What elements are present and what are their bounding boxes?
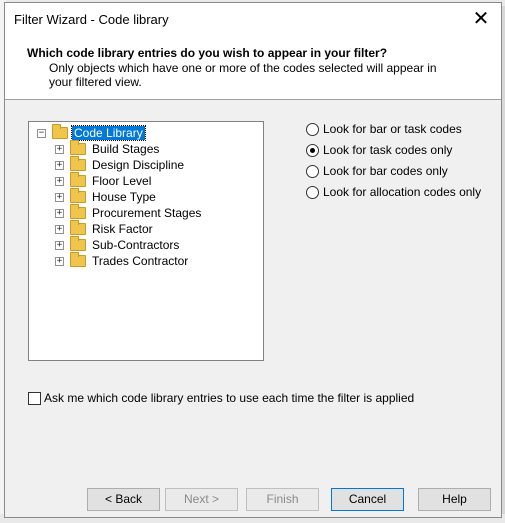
folder-icon — [70, 188, 86, 203]
radio-button[interactable] — [306, 143, 319, 157]
tree-node-trades-contractor[interactable]: + Trades Contractor — [55, 252, 190, 269]
tree-node-build-stages[interactable]: + Build Stages — [55, 140, 161, 157]
radio-bar-codes-only[interactable]: Look for bar codes only — [306, 162, 448, 180]
radio-allocation-codes-only[interactable]: Look for allocation codes only — [306, 183, 481, 201]
radio-button[interactable] — [306, 122, 319, 136]
radio-bar-or-task-codes[interactable]: Look for bar or task codes — [306, 120, 462, 138]
tree-node-risk-factor[interactable]: + Risk Factor — [55, 220, 155, 237]
expand-icon[interactable]: + — [55, 256, 64, 266]
radio-button[interactable] — [306, 164, 319, 178]
folder-icon — [52, 124, 68, 139]
next-button[interactable]: Next > — [165, 488, 238, 511]
finish-button[interactable]: Finish — [246, 488, 319, 511]
tree-node-label[interactable]: Sub-Contractors — [90, 238, 181, 252]
expand-icon[interactable]: + — [55, 144, 64, 154]
close-icon[interactable]: ✕ — [470, 7, 492, 31]
checkbox[interactable] — [28, 391, 41, 405]
expand-icon[interactable]: + — [55, 160, 64, 170]
help-button[interactable]: Help — [418, 488, 491, 511]
tree-node-label[interactable]: Floor Level — [90, 174, 153, 188]
expand-icon[interactable]: + — [55, 224, 64, 234]
radio-label[interactable]: Look for allocation codes only — [323, 185, 481, 199]
tree-node-house-type[interactable]: + House Type — [55, 188, 158, 205]
back-button[interactable]: < Back — [87, 488, 160, 511]
tree-node-label[interactable]: House Type — [90, 190, 158, 204]
expand-icon[interactable]: + — [55, 192, 64, 202]
folder-icon — [70, 204, 86, 219]
ask-each-time-option[interactable]: Ask me which code library entries to use… — [28, 390, 414, 406]
tree-node-label[interactable]: Procurement Stages — [90, 206, 203, 220]
folder-icon — [70, 236, 86, 251]
folder-icon — [70, 172, 86, 187]
title-bar: Filter Wizard - Code library ✕ — [5, 3, 501, 37]
collapse-icon[interactable]: − — [37, 128, 46, 138]
tree-node-floor-level[interactable]: + Floor Level — [55, 172, 153, 189]
tree-node-sub-contractors[interactable]: + Sub-Contractors — [55, 236, 181, 253]
header-subtitle: Only objects which have one or more of t… — [49, 61, 437, 89]
radio-label[interactable]: Look for bar or task codes — [323, 122, 462, 136]
expand-icon[interactable]: + — [55, 176, 64, 186]
tree-node-design-discipline[interactable]: + Design Discipline — [55, 156, 186, 173]
dialog-title: Filter Wizard - Code library — [14, 12, 169, 27]
tree-node-label[interactable]: Design Discipline — [90, 158, 186, 172]
filter-wizard-dialog: Filter Wizard - Code library ✕ Which cod… — [4, 2, 502, 518]
tree-node-label[interactable]: Code Library — [71, 125, 146, 141]
cancel-button[interactable]: Cancel — [331, 488, 404, 511]
checkbox-label[interactable]: Ask me which code library entries to use… — [44, 391, 414, 405]
tree-node-root[interactable]: − Code Library — [37, 124, 146, 141]
radio-label[interactable]: Look for task codes only — [323, 143, 452, 157]
folder-icon — [70, 220, 86, 235]
tree-node-label[interactable]: Risk Factor — [90, 222, 155, 236]
expand-icon[interactable]: + — [55, 208, 64, 218]
tree-node-label[interactable]: Build Stages — [90, 142, 161, 156]
code-library-tree[interactable]: − Code Library + Build Stages + Design D… — [28, 121, 264, 361]
wizard-header: Which code library entries do you wish t… — [5, 37, 501, 100]
folder-icon — [70, 156, 86, 171]
radio-label[interactable]: Look for bar codes only — [323, 164, 448, 178]
radio-button[interactable] — [306, 185, 319, 199]
folder-icon — [70, 140, 86, 155]
tree-node-label[interactable]: Trades Contractor — [90, 254, 190, 268]
radio-task-codes-only[interactable]: Look for task codes only — [306, 141, 452, 159]
header-question: Which code library entries do you wish t… — [27, 46, 388, 60]
tree-node-procurement-stages[interactable]: + Procurement Stages — [55, 204, 203, 221]
expand-icon[interactable]: + — [55, 240, 64, 250]
folder-icon — [70, 252, 86, 267]
